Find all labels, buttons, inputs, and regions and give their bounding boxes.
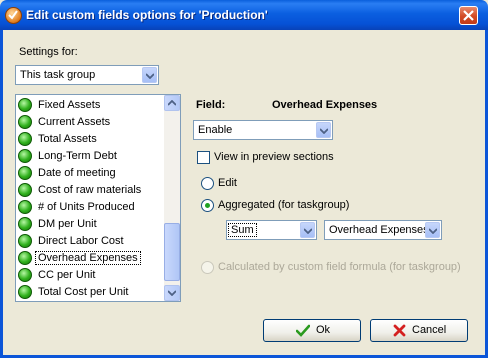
aggregated-radio[interactable] — [201, 199, 214, 212]
calculated-radio-label: Calculated by custom field formula (for … — [218, 261, 461, 273]
ok-button[interactable]: Ok — [263, 319, 361, 342]
field-name: Overhead Expenses — [272, 99, 378, 111]
status-dot-icon — [18, 166, 32, 180]
chevron-down-icon[interactable] — [300, 222, 315, 238]
status-dot-icon — [18, 183, 32, 197]
chevron-down-icon[interactable] — [316, 122, 331, 138]
status-dot-icon — [18, 149, 32, 163]
checkmark-icon — [296, 324, 310, 337]
status-dot-icon — [18, 132, 32, 146]
aggregate-function-value: Sum — [228, 223, 257, 237]
list-item[interactable]: Long-Term Debt — [17, 148, 165, 165]
list-item[interactable]: Current Assets — [17, 114, 165, 131]
list-item[interactable]: Date of meeting — [17, 165, 165, 182]
custom-fields-list[interactable]: Fixed Assets Current Assets Total Assets… — [15, 94, 181, 302]
aggregate-field-select[interactable]: Overhead Expenses — [324, 220, 442, 240]
status-dot-icon — [18, 98, 32, 112]
list-item[interactable]: Cost of raw materials — [17, 182, 165, 199]
cancel-icon — [393, 324, 406, 337]
app-icon — [5, 7, 22, 24]
status-dot-icon — [18, 200, 32, 214]
status-dot-icon — [18, 268, 32, 282]
window-border-left — [0, 30, 3, 358]
scroll-up-button[interactable] — [164, 95, 180, 111]
list-item[interactable]: DM per Unit — [17, 216, 165, 233]
scroll-down-button[interactable] — [164, 285, 180, 301]
list-item[interactable]: # of Units Produced — [17, 199, 165, 216]
status-dot-icon — [18, 234, 32, 248]
chevron-down-icon[interactable] — [425, 222, 440, 238]
view-in-preview-checkbox[interactable] — [197, 151, 210, 164]
status-dot-icon — [18, 217, 32, 231]
list-item[interactable]: CC per Unit — [17, 267, 165, 284]
list-item[interactable]: Fixed Assets — [17, 97, 165, 114]
close-icon — [463, 10, 474, 21]
list-item-selected[interactable]: Overhead Expenses — [17, 250, 165, 267]
mode-value: Enable — [198, 124, 233, 136]
edit-radio[interactable] — [201, 177, 214, 190]
aggregate-function-select[interactable]: Sum — [226, 220, 317, 240]
list-scrollbar[interactable] — [164, 95, 180, 301]
mode-select[interactable]: Enable — [193, 120, 333, 140]
settings-for-select[interactable]: This task group — [15, 65, 159, 85]
scroll-thumb[interactable] — [164, 223, 180, 281]
settings-for-label: Settings for: — [19, 46, 78, 58]
settings-for-value: This task group — [20, 69, 96, 81]
close-button[interactable] — [459, 6, 478, 25]
status-dot-icon — [18, 251, 32, 265]
view-in-preview-label: View in preview sections — [214, 151, 334, 163]
status-dot-icon — [18, 115, 32, 129]
chevron-up-icon — [168, 100, 176, 106]
status-dot-icon — [18, 285, 32, 299]
calculated-radio[interactable] — [201, 261, 214, 274]
list-item[interactable]: Total Assets — [17, 131, 165, 148]
aggregated-radio-label: Aggregated (for taskgroup) — [218, 199, 350, 211]
chevron-down-icon[interactable] — [142, 67, 157, 83]
chevron-down-icon — [168, 290, 176, 296]
aggregate-field-value: Overhead Expenses — [329, 224, 429, 236]
edit-radio-label: Edit — [218, 177, 237, 189]
window-title: Edit custom fields options for 'Producti… — [26, 8, 268, 22]
list-item[interactable]: Total Cost per Unit — [17, 284, 165, 301]
field-label: Field: — [196, 99, 226, 111]
list-item[interactable]: Direct Labor Cost — [17, 233, 165, 250]
cancel-button[interactable]: Cancel — [370, 319, 468, 342]
